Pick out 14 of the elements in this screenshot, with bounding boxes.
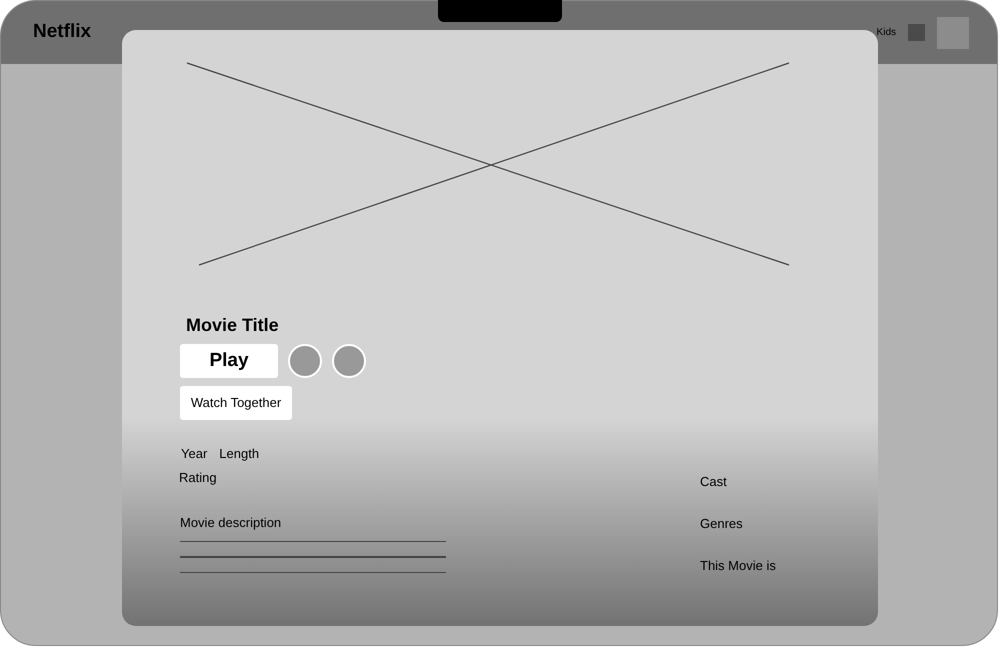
detail-label: This Movie is [700, 558, 776, 573]
circle-button-icon[interactable] [288, 344, 322, 378]
rating-label: Rating [179, 468, 218, 487]
meta-label: Length [219, 445, 260, 463]
logo[interactable]: Netflix [33, 18, 92, 47]
play-button[interactable]: Play [180, 344, 278, 378]
detail-label: Cast [700, 474, 728, 489]
meta-label: Year [181, 445, 208, 463]
circle-button-icon[interactable] [332, 344, 366, 378]
detail-label: Genres [700, 516, 744, 531]
kids-link[interactable]: Kids [876, 25, 896, 40]
watch-together-button[interactable]: Watch Together [180, 386, 292, 420]
description-label: Movie description [180, 514, 282, 532]
movie-title: Movie Title [186, 314, 280, 336]
